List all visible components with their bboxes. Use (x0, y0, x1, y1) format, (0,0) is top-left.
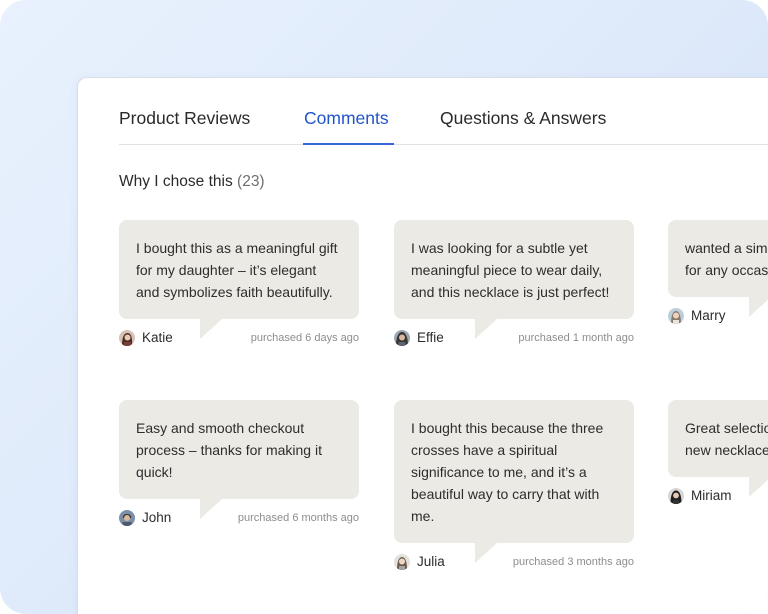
purchase-time: purchased 6 days ago (250, 332, 359, 344)
comment-bubble: I bought this as a meaningful gift for m… (119, 220, 359, 339)
avatar (668, 488, 684, 504)
reviewer-name: Marry (691, 308, 726, 323)
comment-card: I bought this as a meaningful gift for m… (119, 220, 359, 351)
comment-card: Great selection, checkout. Can new neckl… (668, 400, 768, 509)
comments-panel: Product Reviews Comments Questions & Ans… (77, 77, 768, 614)
reviewer-name: Katie (142, 330, 173, 345)
comment-card: I was looking for a subtle yet meaningfu… (394, 220, 634, 351)
purchase-time: purchased 6 months ago (237, 512, 359, 524)
comment-card: Easy and smooth checkout process – thank… (119, 400, 359, 531)
comment-meta: Miriam (668, 483, 768, 509)
comment-card: wanted a simple gold necklace for any oc… (668, 220, 768, 329)
reviewer-name: Julia (417, 554, 445, 569)
comment-bubble: Great selection, checkout. Can new neckl… (668, 400, 768, 497)
avatar (394, 554, 410, 570)
comment-meta: Marry (668, 303, 768, 329)
purchase-time: purchased 1 month ago (518, 332, 634, 344)
avatar (394, 330, 410, 346)
comment-meta: Katie purchased 6 days ago (119, 325, 359, 351)
reviewer-name: Miriam (691, 488, 732, 503)
comment-meta: Julia purchased 3 months ago (394, 549, 634, 575)
section-title: Why I chose this (23) (119, 173, 265, 191)
comment-bubble: wanted a simple gold necklace for any oc… (668, 220, 768, 317)
comment-bubble: Easy and smooth checkout process – thank… (119, 400, 359, 519)
active-tab-indicator (303, 143, 394, 145)
tab-bar: Product Reviews Comments Questions & Ans… (119, 78, 768, 145)
avatar (119, 510, 135, 526)
tab-comments[interactable]: Comments (304, 108, 389, 129)
comment-bubble: I bought this because the three crosses … (394, 400, 634, 563)
avatar (668, 308, 684, 324)
section-title-text: Why I chose this (119, 173, 233, 190)
tab-questions-answers[interactable]: Questions & Answers (440, 108, 606, 129)
comment-count: (23) (237, 173, 265, 190)
purchase-time: purchased 3 months ago (512, 556, 634, 568)
tab-product-reviews[interactable]: Product Reviews (119, 108, 250, 129)
comment-card: I bought this because the three crosses … (394, 400, 634, 575)
avatar (119, 330, 135, 346)
comment-meta: Effie purchased 1 month ago (394, 325, 634, 351)
comment-bubble: I was looking for a subtle yet meaningfu… (394, 220, 634, 339)
comment-meta: John purchased 6 months ago (119, 505, 359, 531)
page-background: Product Reviews Comments Questions & Ans… (0, 0, 768, 614)
reviewer-name: John (142, 510, 172, 525)
reviewer-name: Effie (417, 330, 444, 345)
